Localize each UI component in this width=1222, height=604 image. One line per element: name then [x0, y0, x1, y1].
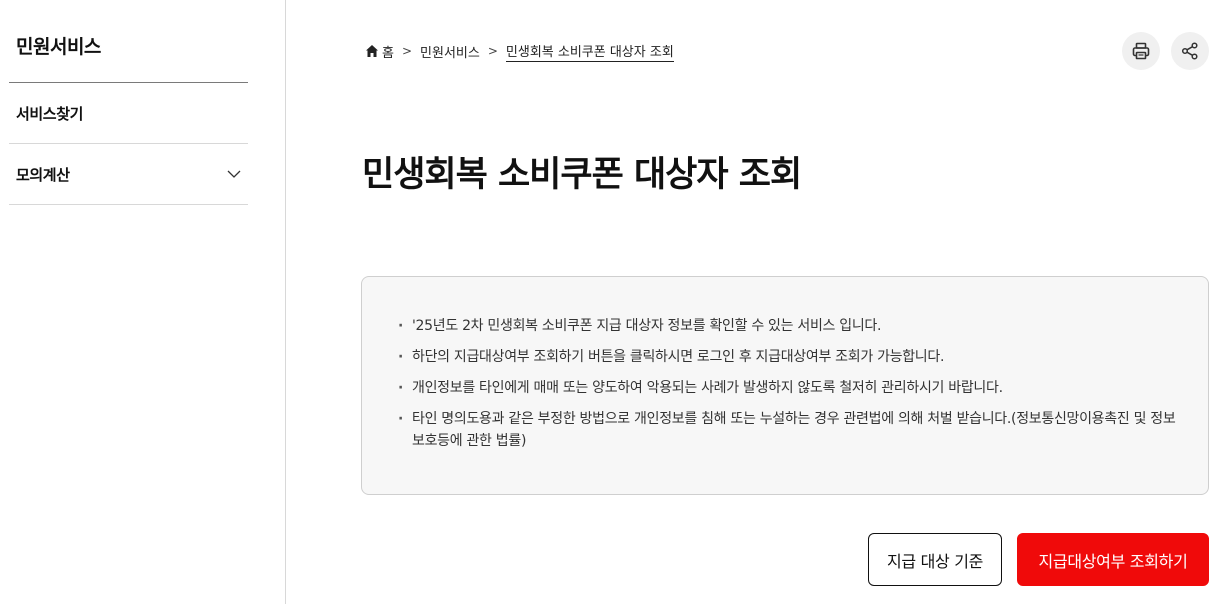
breadcrumb-level1[interactable]: 민원서비스: [420, 42, 480, 61]
sidebar: 민원서비스 서비스찾기 모의계산: [0, 0, 286, 604]
notice-item: 타인 명의도용과 같은 부정한 방법으로 개인정보를 침해 또는 누설하는 경우…: [398, 408, 1178, 452]
notice-item: 하단의 지급대상여부 조회하기 버튼을 클릭하시면 로그인 후 지급대상여부 조…: [398, 346, 1178, 368]
page-title: 민생회복 소비쿠폰 대상자 조회: [362, 155, 802, 195]
sidebar-title: 민원서비스: [16, 36, 101, 58]
notice-list: '25년도 2차 민생회복 소비쿠폰 지급 대상자 정보를 확인할 수 있는 서…: [398, 315, 1178, 461]
notice-item: 개인정보를 타인에게 매매 또는 양도하여 악용되는 사례가 발생하지 않도록 …: [398, 377, 1178, 399]
notice-item: '25년도 2차 민생회복 소비쿠폰 지급 대상자 정보를 확인할 수 있는 서…: [398, 315, 1178, 337]
notice-box: '25년도 2차 민생회복 소비쿠폰 지급 대상자 정보를 확인할 수 있는 서…: [361, 276, 1209, 495]
breadcrumb-home-label: 홈: [382, 45, 394, 61]
sidebar-item-label: 모의계산: [16, 166, 70, 184]
breadcrumb-home[interactable]: 홈: [365, 42, 394, 61]
share-button[interactable]: [1171, 32, 1209, 70]
chevron-right-icon: >: [487, 44, 498, 58]
sidebar-item-service-search[interactable]: 서비스찾기: [9, 83, 248, 144]
sidebar-item-mock-calc[interactable]: 모의계산: [9, 144, 248, 205]
breadcrumb-current: 민생회복 소비쿠폰 대상자 조회: [505, 41, 674, 62]
breadcrumb: 홈 > 민원서비스 > 민생회복 소비쿠폰 대상자 조회: [365, 40, 674, 62]
criteria-button[interactable]: 지급 대상 기준: [868, 533, 1002, 586]
home-icon: [366, 45, 378, 57]
chevron-down-icon: [227, 170, 241, 178]
share-icon: [1181, 42, 1198, 60]
print-icon: [1132, 42, 1150, 60]
print-button[interactable]: [1122, 32, 1160, 70]
sidebar-item-label: 서비스찾기: [16, 105, 84, 123]
chevron-right-icon: >: [401, 44, 413, 58]
check-eligibility-button[interactable]: 지급대상여부 조회하기: [1017, 533, 1209, 586]
